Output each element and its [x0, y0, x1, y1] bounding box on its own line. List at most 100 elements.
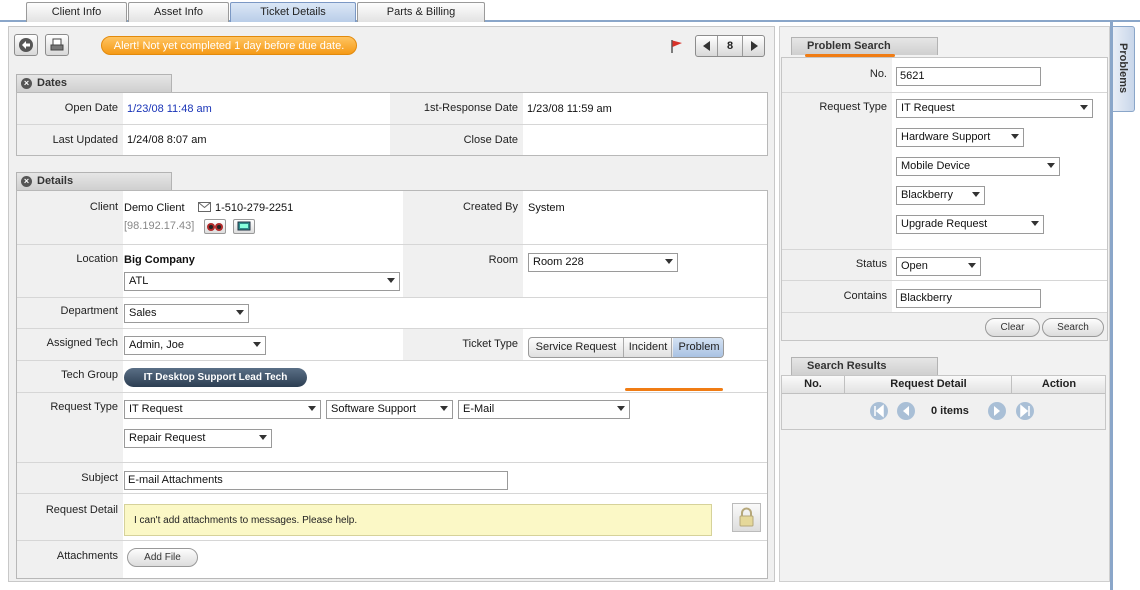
chevron-down-icon [259, 435, 267, 440]
location-select[interactable]: ATL [124, 272, 400, 291]
client-label: Client [89, 201, 118, 213]
chevron-down-icon [1047, 163, 1055, 168]
chevron-down-icon [440, 406, 448, 411]
back-button[interactable] [14, 34, 38, 56]
created-by-value: System [528, 202, 565, 214]
request-type-label: Request Type [50, 401, 118, 413]
department-label: Department [60, 305, 118, 317]
assigned-tech-select-value: Admin, Joe [129, 339, 185, 351]
search-request-type-1[interactable]: IT Request [896, 99, 1093, 118]
request-type-4-value: Repair Request [129, 432, 206, 444]
details-panel: Client Demo Client 1-510-279-2251 [98.19… [16, 190, 768, 579]
request-detail-label: Request Detail [45, 504, 118, 516]
row-divider [17, 360, 767, 361]
status-select[interactable]: Open [896, 257, 981, 276]
print-button[interactable] [45, 34, 69, 56]
ticket-page-number: 8 [726, 40, 734, 52]
search-request-type-4[interactable]: Blackberry [896, 186, 985, 205]
search-request-type-2-value: Hardware Support [901, 131, 991, 143]
open-date-label: Open Date [17, 93, 123, 124]
row-divider [17, 297, 767, 298]
tab-problems[interactable]: Problems [1113, 26, 1135, 112]
contains-label: Contains [843, 290, 887, 302]
due-date-alert: Alert! Not yet completed 1 day before du… [101, 36, 357, 55]
room-select[interactable]: Room 228 [528, 253, 678, 272]
client-name: Demo Client [124, 202, 185, 214]
next-page-icon[interactable] [987, 401, 1007, 421]
status-select-value: Open [901, 260, 928, 272]
problem-number-input[interactable]: 5621 [896, 67, 1041, 86]
last-page-icon[interactable] [1015, 401, 1035, 421]
request-type-select-1[interactable]: IT Request [124, 400, 321, 419]
assigned-tech-select[interactable]: Admin, Joe [124, 336, 266, 355]
next-ticket-button[interactable] [742, 36, 764, 56]
remote-view-button[interactable] [204, 219, 226, 234]
first-page-icon[interactable] [869, 401, 889, 421]
tab-asset-info[interactable]: Asset Info [128, 2, 229, 22]
search-button[interactable]: Search [1042, 318, 1104, 337]
ticket-pager: 8 [695, 35, 765, 57]
results-header-row: No. Request Detail Action [782, 376, 1105, 394]
location-select-value: ATL [129, 275, 149, 287]
collapse-icon[interactable]: × [21, 78, 32, 89]
request-detail-text[interactable]: I can't add attachments to messages. Ple… [124, 504, 712, 536]
problem-search-pane: Problem Search No. 5621 Request Type IT … [779, 26, 1110, 582]
ticket-type-service-request[interactable]: Service Request [529, 338, 624, 357]
clear-button[interactable]: Clear [985, 318, 1040, 337]
problem-highlight [625, 388, 723, 391]
tech-group-badge[interactable]: IT Desktop Support Lead Tech [124, 368, 307, 387]
problems-tab-label: Problems [1117, 43, 1129, 94]
room-label: Room [403, 245, 523, 297]
created-by-label: Created By [403, 191, 523, 244]
request-type-1-value: IT Request [129, 403, 183, 415]
tab-parts-billing[interactable]: Parts & Billing [357, 2, 485, 22]
chevron-down-icon [308, 406, 316, 411]
lock-button[interactable] [732, 503, 761, 532]
search-request-type-2[interactable]: Hardware Support [896, 128, 1024, 147]
dates-section-header[interactable]: × Dates [16, 74, 172, 92]
row-divider [782, 280, 1107, 281]
prev-ticket-button[interactable] [696, 36, 718, 56]
arrow-left-icon [703, 41, 710, 51]
collapse-icon[interactable]: × [21, 176, 32, 187]
chevron-down-icon [1011, 134, 1019, 139]
search-request-type-5[interactable]: Upgrade Request [896, 215, 1044, 234]
close-date-label: Close Date [390, 125, 523, 155]
tab-client-info[interactable]: Client Info [26, 2, 127, 22]
ticket-type-incident[interactable]: Incident [625, 338, 672, 357]
back-icon [19, 38, 33, 52]
client-ip: [98.192.17.43] [124, 220, 195, 232]
add-file-button[interactable]: Add File [127, 548, 198, 567]
dates-panel: Open Date 1/23/08 11:48 am 1st-Response … [16, 92, 768, 156]
request-type-select-2[interactable]: Software Support [326, 400, 453, 419]
details-section-header[interactable]: × Details [16, 172, 172, 190]
status-label: Status [855, 258, 887, 270]
location-name: Big Company [124, 254, 195, 266]
ticket-details-pane: Alert! Not yet completed 1 day before du… [8, 26, 775, 582]
search-request-type-3[interactable]: Mobile Device [896, 157, 1060, 176]
prev-page-icon[interactable] [896, 401, 916, 421]
results-count: 0 items [931, 405, 969, 417]
col-request-detail[interactable]: Request Detail [846, 376, 1012, 393]
department-select[interactable]: Sales [124, 304, 249, 323]
tab-ticket-details[interactable]: Ticket Details [230, 2, 356, 22]
dates-title: Dates [37, 77, 67, 89]
row-divider [782, 249, 1107, 250]
col-action[interactable]: Action [1013, 376, 1105, 393]
ticket-type-problem[interactable]: Problem [673, 338, 723, 357]
request-type-select-4[interactable]: Repair Request [124, 429, 272, 448]
chevron-down-icon [236, 310, 244, 315]
location-label: Location [76, 253, 118, 265]
subject-input[interactable]: E-mail Attachments [124, 471, 508, 490]
col-no[interactable]: No. [782, 376, 845, 393]
ticket-type-label: Ticket Type [403, 329, 523, 360]
remote-desktop-button[interactable] [233, 219, 255, 234]
contains-input[interactable]: Blackberry [896, 289, 1041, 308]
arrow-right-icon [751, 41, 758, 51]
flag-icon[interactable] [669, 38, 685, 54]
request-type-select-3[interactable]: E-Mail [458, 400, 630, 419]
email-icon[interactable] [198, 202, 211, 212]
ticket-type-segmented: Service Request Incident Problem [528, 337, 724, 358]
search-request-type-5-value: Upgrade Request [901, 218, 988, 230]
subject-label: Subject [81, 472, 118, 484]
